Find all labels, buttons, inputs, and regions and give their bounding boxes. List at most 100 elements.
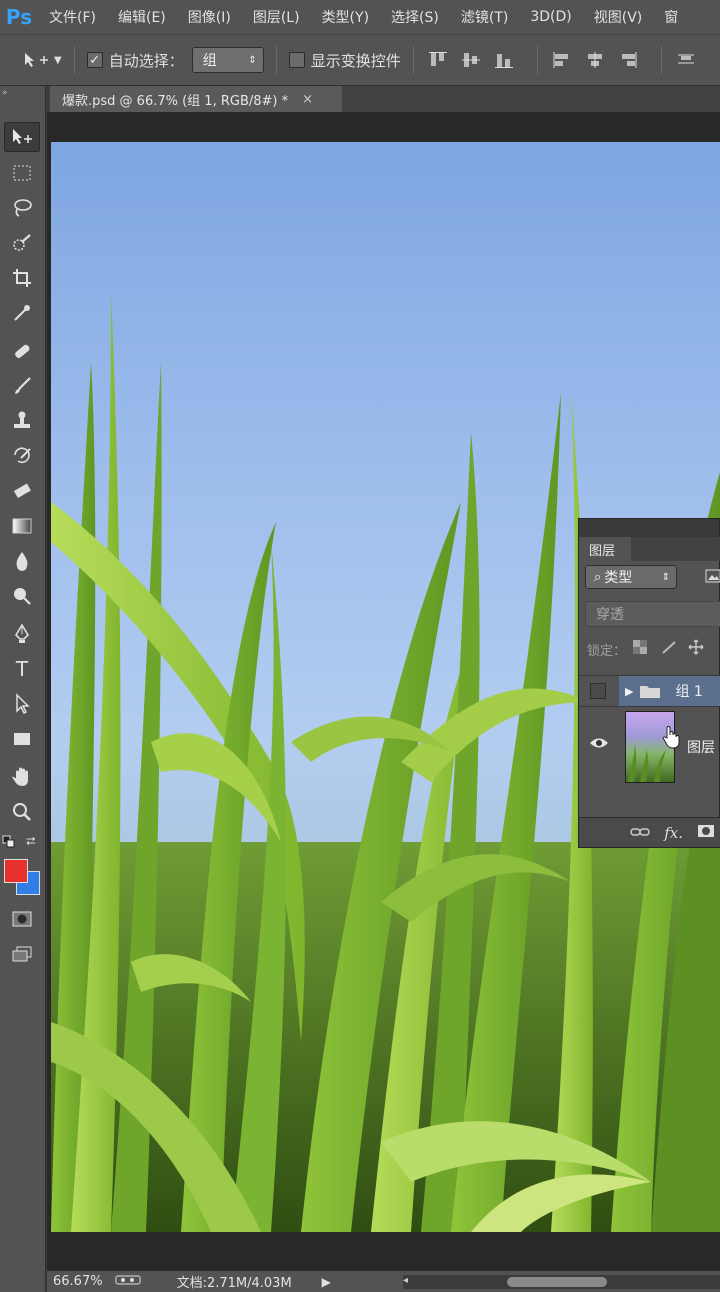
horizontal-scrollbar[interactable]: ◂ — [403, 1275, 720, 1289]
path-select-tool-icon[interactable] — [4, 689, 40, 719]
hand-tool-icon[interactable] — [4, 762, 40, 792]
separator — [73, 46, 75, 74]
show-transform-checkbox[interactable] — [288, 52, 305, 68]
group-visibility-toggle[interactable] — [579, 676, 617, 706]
photoshop-logo[interactable]: Ps — [0, 0, 38, 34]
foreground-color-swatch[interactable] — [4, 859, 28, 883]
brush-tool-icon[interactable] — [4, 371, 40, 401]
layer-mask-icon[interactable] — [697, 823, 715, 842]
menu-3d[interactable]: 3D(D) — [519, 9, 582, 25]
eyedropper-tool-icon[interactable] — [4, 298, 40, 328]
print-size-icon[interactable] — [115, 1274, 141, 1290]
link-layers-icon[interactable] — [630, 823, 650, 842]
auto-select-checkbox[interactable]: ✓ — [86, 52, 103, 68]
align-vcenter-icon[interactable] — [459, 50, 483, 70]
separator — [660, 46, 662, 74]
lock-transparent-icon[interactable] — [632, 639, 648, 659]
dodge-tool-icon[interactable] — [4, 581, 40, 611]
lock-row: 锁定： — [587, 639, 704, 659]
group-layer-selected[interactable]: ▶ 组 1 — [619, 676, 720, 706]
document-tab[interactable]: 爆款.psd @ 66.7% (组 1, RGB/8#) * × — [50, 86, 342, 112]
blend-mode-dropdown[interactable]: 穿透 — [585, 601, 720, 627]
scroll-left-icon[interactable]: ◂ — [403, 1275, 408, 1286]
separator — [536, 46, 538, 74]
align-right-icon[interactable] — [616, 50, 640, 70]
layer-filter-value: 类型 — [604, 570, 633, 586]
expand-arrow-icon[interactable]: ▶ — [625, 685, 633, 698]
scrollbar-thumb[interactable] — [507, 1277, 607, 1287]
layer-filter-row: ⌕ 类型 ⇕ — [585, 565, 720, 589]
marquee-tool-icon[interactable] — [4, 158, 40, 188]
options-bar: ▼ ✓ 自动选择： 组 ⇕ 显示变换控件 — [0, 34, 720, 86]
menu-layer[interactable]: 图层(L) — [242, 7, 311, 27]
gradient-tool-icon[interactable] — [4, 511, 40, 541]
panel-footer: fx. — [579, 817, 720, 847]
panel-header[interactable] — [579, 519, 719, 539]
layer-row-image[interactable]: 图层 — [579, 707, 720, 791]
layer-name: 图层 — [687, 740, 715, 756]
folder-icon — [640, 686, 661, 698]
quick-select-tool-icon[interactable] — [4, 228, 40, 258]
swap-colors-icon[interactable]: ⮂ — [26, 834, 40, 848]
collapse-arrows-icon[interactable]: » — [2, 88, 8, 98]
menu-image[interactable]: 图像(I) — [177, 7, 242, 27]
menu-window[interactable]: 窗 — [653, 7, 689, 27]
eye-icon[interactable] — [589, 735, 609, 754]
document-tab-title: 爆款.psd @ 66.7% (组 1, RGB/8#) * — [62, 93, 289, 109]
align-hcenter-icon[interactable] — [583, 50, 607, 70]
menu-filter[interactable]: 滤镜(T) — [450, 7, 519, 27]
menu-file[interactable]: 文件(F) — [38, 7, 107, 27]
group-name: 组 1 — [675, 684, 703, 700]
menu-view[interactable]: 视图(V) — [583, 7, 654, 27]
history-brush-tool-icon[interactable] — [4, 441, 40, 471]
zoom-level[interactable]: 66.67% — [53, 1274, 103, 1289]
blur-tool-icon[interactable] — [4, 546, 40, 576]
tab-layers[interactable]: 图层 — [579, 537, 631, 561]
lasso-tool-icon[interactable] — [4, 193, 40, 223]
align-left-icon[interactable] — [550, 50, 574, 70]
close-icon[interactable]: × — [302, 92, 313, 107]
hand-cursor-icon — [661, 725, 681, 753]
separator — [275, 46, 277, 74]
align-top-icon[interactable] — [426, 50, 450, 70]
layer-filter-dropdown[interactable]: ⌕ 类型 ⇕ — [585, 565, 677, 589]
menu-select[interactable]: 选择(S) — [380, 7, 450, 27]
auto-select-label: 自动选择： — [108, 51, 184, 70]
separator — [412, 46, 414, 74]
auto-select-dropdown[interactable]: 组 ⇕ — [191, 47, 264, 73]
document-size-info: 文档:2.71M/4.03M — [176, 1276, 292, 1291]
distribute-top-icon[interactable] — [674, 50, 698, 70]
show-transform-label: 显示变换控件 — [310, 51, 401, 70]
lock-label: 锁定： — [587, 643, 627, 659]
image-filter-icon[interactable] — [705, 568, 720, 587]
menu-type[interactable]: 类型(Y) — [311, 7, 380, 27]
lock-pixels-icon[interactable] — [660, 639, 678, 659]
align-bottom-icon[interactable] — [492, 50, 516, 70]
quick-mask-icon[interactable] — [4, 904, 40, 934]
crop-tool-icon[interactable] — [4, 263, 40, 293]
screen-mode-icon[interactable] — [4, 939, 40, 969]
clone-stamp-tool-icon[interactable] — [4, 406, 40, 436]
eraser-tool-icon[interactable] — [4, 476, 40, 506]
type-tool-icon[interactable]: T — [4, 654, 40, 684]
chevron-down-icon: ▼ — [54, 54, 62, 66]
visibility-off-box — [590, 683, 606, 699]
healing-brush-tool-icon[interactable] — [4, 336, 40, 366]
tools-panel: » T ⮂ — [0, 86, 46, 1292]
lock-position-icon[interactable] — [688, 639, 704, 659]
layers-panel: 图层 ⌕ 类型 ⇕ 穿透 锁定： ▶ 组 1 图层 fx. — [578, 518, 720, 848]
search-icon: ⌕ — [594, 569, 602, 585]
menu-bar: Ps 文件(F) 编辑(E) 图像(I) 图层(L) 类型(Y) 选择(S) 滤… — [0, 0, 720, 34]
pen-tool-icon[interactable] — [4, 619, 40, 649]
rectangle-tool-icon[interactable] — [4, 724, 40, 754]
move-tool-icon[interactable] — [4, 122, 40, 152]
status-menu-arrow-icon[interactable]: ▶ — [322, 1275, 331, 1289]
fx-icon[interactable]: fx. — [664, 824, 683, 842]
default-colors-icon[interactable] — [2, 834, 16, 848]
zoom-tool-icon[interactable] — [4, 797, 40, 827]
auto-select-value: 组 — [202, 53, 217, 69]
layer-row-group[interactable]: ▶ 组 1 — [579, 675, 720, 707]
menu-edit[interactable]: 编辑(E) — [107, 7, 177, 27]
status-bar: 66.67% 文档:2.71M/4.03M ▶ ◂ — [47, 1270, 720, 1292]
tool-preset-picker[interactable]: ▼ — [22, 51, 62, 69]
